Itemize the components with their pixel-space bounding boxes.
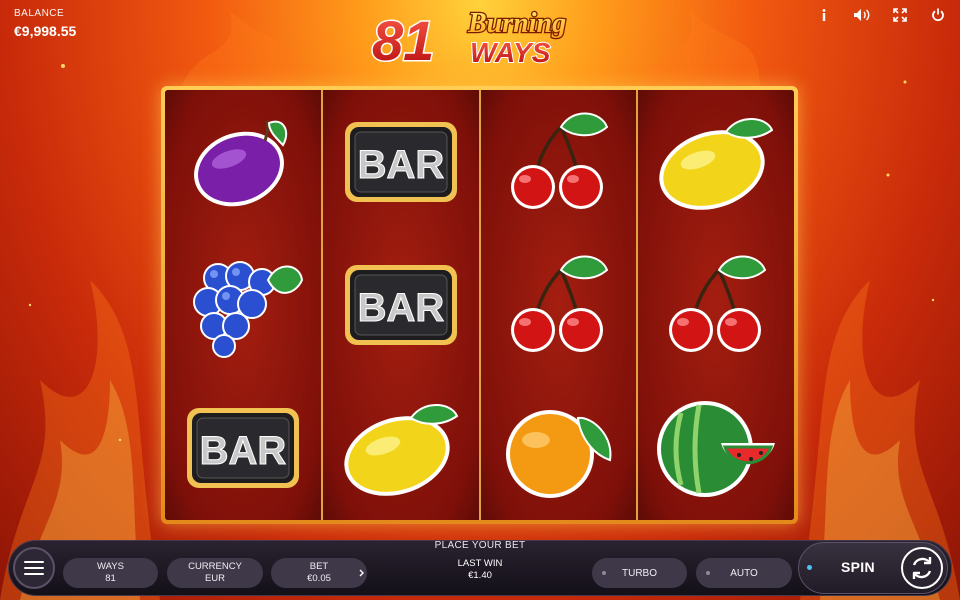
orange-symbol	[493, 388, 623, 508]
spin-button[interactable]	[901, 547, 943, 589]
game-logo: 81 Burning WAYS	[371, 7, 568, 68]
ways-label: WAYS	[97, 561, 124, 572]
fullscreen-icon[interactable]	[888, 6, 912, 24]
reels: BAR BAR BAR	[165, 90, 794, 520]
bet-label: BET	[309, 561, 329, 572]
grapes-symbol	[178, 245, 308, 365]
top-icons	[812, 6, 950, 24]
balance-display: BALANCE €9,998.55	[14, 8, 76, 39]
logo-number: 81	[372, 9, 434, 68]
currency-label: CURRENCY	[188, 561, 242, 572]
reel-frame: BAR BAR BAR	[161, 86, 798, 524]
sound-icon[interactable]	[850, 6, 874, 24]
hamburger-icon	[24, 561, 44, 575]
plum-symbol	[178, 102, 308, 222]
currency-display: CURRENCY EUR	[167, 558, 263, 588]
reel-3	[480, 90, 639, 520]
spin-area[interactable]: SPIN	[798, 542, 948, 594]
lemon-symbol	[651, 102, 781, 222]
chevron-right-icon[interactable]	[359, 569, 365, 577]
place-bet-text: PLACE YOUR BET	[434, 540, 526, 551]
turbo-button[interactable]: TURBO	[592, 558, 687, 588]
balance-label: BALANCE	[14, 8, 65, 19]
bar-label: BAR	[357, 286, 444, 330]
last-win-label: LAST WIN	[457, 558, 503, 569]
cherry-symbol	[493, 245, 623, 365]
turbo-indicator	[602, 571, 606, 575]
bottom-bar: PLACE YOUR BET WAYS 81 CURRENCY EUR BET …	[0, 536, 960, 600]
bet-value: €0.05	[307, 573, 331, 584]
bar-symbol: BAR	[336, 102, 466, 222]
auto-button[interactable]: AUTO	[696, 558, 792, 588]
bar-label: BAR	[200, 429, 287, 473]
turbo-label: TURBO	[622, 567, 657, 579]
lemon-symbol	[336, 388, 466, 508]
logo-line1: Burning	[467, 8, 566, 39]
cherry-symbol	[493, 102, 623, 222]
currency-value: EUR	[204, 573, 226, 584]
ways-display: WAYS 81	[63, 558, 158, 588]
auto-label: AUTO	[730, 567, 758, 579]
last-win-value: €1.40	[468, 570, 492, 581]
last-win-display: LAST WIN €1.40	[430, 558, 530, 582]
logo-line2: WAYS	[470, 37, 551, 68]
reel-2: BAR BAR	[322, 90, 481, 520]
cherry-symbol	[651, 245, 781, 365]
spin-indicator	[807, 565, 812, 570]
power-icon[interactable]	[926, 6, 950, 24]
reel-1: BAR	[165, 90, 323, 520]
refresh-icon	[912, 557, 932, 579]
bar-symbol: BAR	[178, 388, 308, 508]
info-icon[interactable]	[812, 6, 836, 24]
bet-selector[interactable]: BET €0.05	[271, 558, 367, 588]
balance-value: €9,998.55	[14, 23, 77, 39]
top-bar: BALANCE €9,998.55 81 Burning WAYS	[0, 0, 960, 80]
watermelon-symbol	[651, 388, 781, 508]
spin-label[interactable]: SPIN	[841, 559, 875, 575]
auto-indicator	[706, 571, 710, 575]
bar-symbol: BAR	[336, 245, 466, 365]
reel-4	[638, 90, 794, 520]
menu-button[interactable]	[13, 547, 55, 589]
ways-value: 81	[105, 573, 116, 584]
bar-label: BAR	[357, 143, 444, 187]
